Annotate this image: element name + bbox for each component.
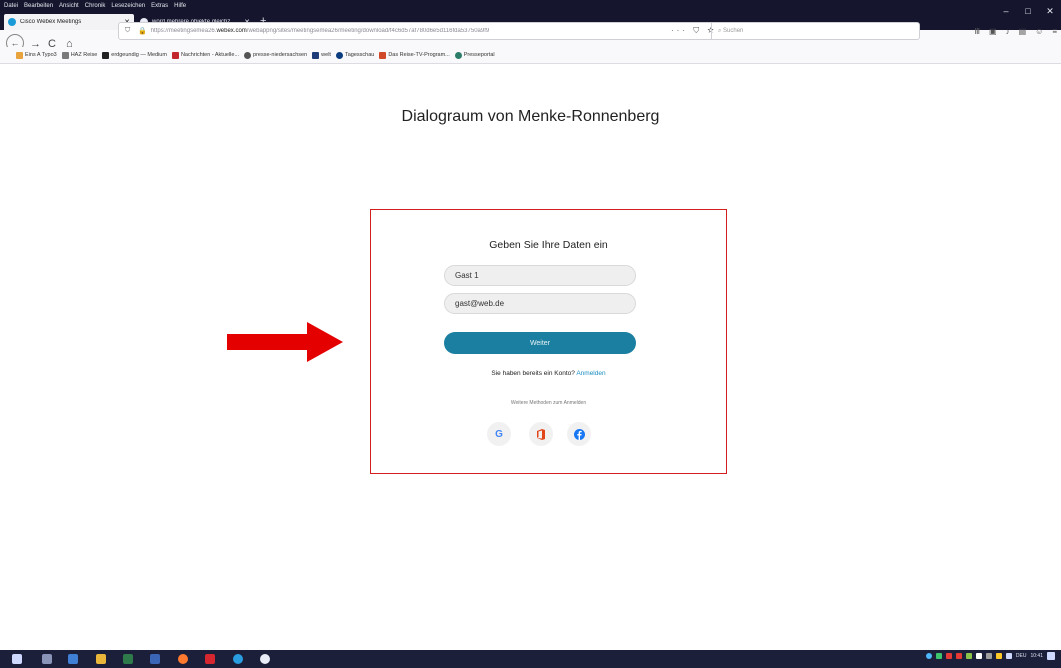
page-title: Dialograum von Menke-Ronnenberg bbox=[401, 108, 660, 125]
tracking-shield-icon[interactable]: ⛉ bbox=[125, 27, 132, 35]
excel-icon[interactable] bbox=[123, 654, 133, 664]
skype-icon[interactable] bbox=[233, 654, 243, 664]
tray-icon[interactable] bbox=[975, 653, 982, 659]
bookmark-presse-niedersachsen[interactable]: presse-niedersachsen bbox=[244, 51, 307, 59]
tab-title: Cisco Webex Meetings bbox=[20, 19, 82, 25]
library-icon[interactable]: Ⅲ bbox=[975, 27, 981, 36]
search-placeholder: Suchen bbox=[723, 28, 744, 34]
menu-extras[interactable]: Extras bbox=[151, 3, 168, 9]
task-view-icon[interactable] bbox=[42, 654, 52, 664]
menu-icon[interactable]: ≡ bbox=[1052, 27, 1057, 36]
haz-icon bbox=[61, 51, 69, 59]
maximize-button[interactable]: □ bbox=[1017, 0, 1039, 22]
anmelden-link[interactable]: Anmelden bbox=[576, 370, 605, 377]
tray-icon[interactable] bbox=[965, 653, 972, 659]
bookmark-presseportal[interactable]: Presseportal bbox=[454, 51, 495, 59]
word-icon[interactable] bbox=[150, 654, 160, 664]
app-icon[interactable] bbox=[260, 654, 270, 664]
url-text[interactable]: https://meetingsemea26.webex.com/webappn… bbox=[151, 28, 631, 34]
extension-icon[interactable]: ♪ bbox=[1006, 27, 1010, 36]
tray-icon[interactable] bbox=[935, 653, 942, 659]
sidebar-icon[interactable]: ▣ bbox=[989, 27, 997, 36]
name-input[interactable]: Gast 1 bbox=[444, 265, 636, 286]
menu-bearbeiten[interactable]: Bearbeiten bbox=[24, 3, 53, 9]
reader-icon[interactable]: ▤ bbox=[1019, 27, 1027, 36]
bookmark-tagesschau[interactable]: Tagesschau bbox=[335, 51, 374, 59]
tab-cisco-webex[interactable]: Cisco Webex Meetings ✕ bbox=[4, 14, 134, 30]
notifications-icon[interactable] bbox=[1047, 652, 1055, 660]
typo3-icon bbox=[16, 51, 23, 59]
screen: Datei Bearbeiten Ansicht Chronik Lesezei… bbox=[0, 0, 1061, 668]
tray-icon[interactable] bbox=[985, 653, 992, 659]
bookmark-reise-tv[interactable]: Das Reise-TV-Program... bbox=[379, 51, 450, 59]
bookmarks-bar: Eins A Typo3 HAZ Reise erdgeundig — Medi… bbox=[0, 47, 1061, 64]
menu-ansicht[interactable]: Ansicht bbox=[59, 3, 79, 9]
file-explorer-icon[interactable] bbox=[68, 654, 78, 664]
toolbar-icons: Ⅲ ▣ ♪ ▤ ☺ ≡ bbox=[975, 27, 1057, 36]
facebook-icon bbox=[573, 428, 585, 440]
bookmark-eins-a-typo3[interactable]: Eins A Typo3 bbox=[16, 51, 57, 59]
close-window-button[interactable]: ✕ bbox=[1039, 0, 1061, 22]
url-bar[interactable]: ⛉ 🔒 https://meetingsemea26.webex.com/web… bbox=[118, 22, 920, 40]
medium-icon bbox=[102, 51, 110, 59]
office-icon bbox=[537, 428, 545, 440]
tray-icon[interactable] bbox=[925, 653, 932, 659]
window-controls: – □ ✕ bbox=[995, 0, 1061, 22]
system-tray: DEU 10:41 bbox=[925, 652, 1055, 660]
tv-icon bbox=[379, 51, 387, 59]
bookmark-nachrichten[interactable]: Nachrichten - Aktuelle... bbox=[171, 51, 239, 59]
email-input[interactable]: gast@web.de bbox=[444, 293, 636, 314]
bookmark-welt[interactable]: welt bbox=[312, 51, 331, 59]
tray-icon[interactable] bbox=[945, 653, 952, 659]
start-icon[interactable] bbox=[12, 654, 22, 664]
tray-icon[interactable] bbox=[995, 653, 1002, 659]
news-icon bbox=[171, 51, 179, 59]
account-text: Sie haben bereits ein Konto? bbox=[491, 370, 575, 377]
google-icon: G bbox=[495, 428, 503, 440]
account-icon[interactable]: ☺ bbox=[1035, 27, 1043, 36]
menu-lesezeichen[interactable]: Lesezeichen bbox=[111, 3, 145, 9]
folder-icon[interactable] bbox=[96, 654, 106, 664]
menu-datei[interactable]: Datei bbox=[4, 3, 18, 9]
bookmark-medium[interactable]: erdgeundig — Medium bbox=[102, 51, 167, 59]
lock-icon[interactable]: 🔒 bbox=[138, 27, 147, 35]
menu-hilfe[interactable]: Hilfe bbox=[174, 3, 186, 9]
dialog-heading: Geben Sie Ihre Daten ein bbox=[489, 239, 608, 251]
acrobat-icon[interactable] bbox=[205, 654, 215, 664]
account-prompt: Sie haben bereits ein Konto? Anmelden bbox=[371, 370, 726, 377]
webex-page: Dialograum von Menke-Ronnenberg Geben Si… bbox=[0, 64, 1061, 650]
facebook-signin-button[interactable] bbox=[567, 422, 591, 446]
windows-taskbar: DEU 10:41 bbox=[0, 650, 1061, 668]
tray-icon[interactable] bbox=[955, 653, 962, 659]
minimize-button[interactable]: – bbox=[995, 0, 1017, 22]
welt-icon bbox=[312, 51, 320, 59]
language-indicator[interactable]: DEU bbox=[1016, 653, 1027, 659]
page-actions-icon[interactable]: ··· ⛉ ☆ bbox=[671, 26, 717, 36]
bookmark-haz-reise[interactable]: HAZ Reise bbox=[61, 51, 97, 59]
globe-icon bbox=[244, 51, 252, 59]
weiter-button[interactable]: Weiter bbox=[444, 332, 636, 354]
webex-favicon-icon bbox=[8, 18, 16, 26]
google-signin-button[interactable]: G bbox=[487, 422, 511, 446]
tagesschau-icon bbox=[335, 51, 343, 59]
office-signin-button[interactable] bbox=[529, 422, 553, 446]
annotation-arrow-icon bbox=[227, 322, 343, 362]
firefox-icon[interactable] bbox=[178, 654, 188, 664]
other-methods-label: Weitere Methoden zum Anmelden bbox=[510, 400, 587, 406]
menu-chronik[interactable]: Chronik bbox=[85, 3, 106, 9]
volume-icon[interactable] bbox=[1005, 653, 1012, 659]
clock[interactable]: 10:41 bbox=[1030, 653, 1043, 659]
search-box[interactable]: ⌕ Suchen bbox=[711, 23, 743, 39]
menu-bar: Datei Bearbeiten Ansicht Chronik Lesezei… bbox=[4, 3, 186, 9]
presseportal-icon bbox=[454, 51, 462, 59]
guest-login-dialog: Geben Sie Ihre Daten ein Gast 1 gast@web… bbox=[370, 209, 727, 474]
